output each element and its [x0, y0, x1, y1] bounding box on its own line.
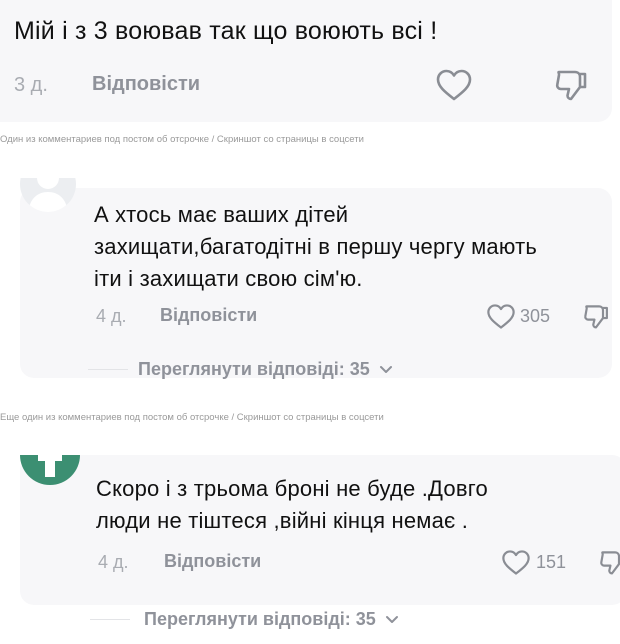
comment-2-reply-button[interactable]: Відповісти — [160, 305, 257, 326]
view-replies-button[interactable]: Переглянути відповіді: 35 — [138, 359, 393, 380]
caption-2: Еще один из комментариев под постом об о… — [0, 412, 384, 423]
thumbs-down-icon[interactable] — [582, 303, 610, 330]
view-replies-label: Переглянути відповіді: 35 — [144, 609, 376, 629]
comment-2-time: 4 д. — [96, 306, 127, 326]
replies-divider — [90, 619, 130, 620]
comment-2-line-2: захищати,багатодітні в першу чергу мають — [94, 234, 538, 259]
heart-icon[interactable] — [501, 549, 531, 576]
comment-2-like-count: 305 — [520, 306, 551, 326]
comment-2-line-1: А хтось має ваших дітей — [94, 202, 349, 227]
comment-1-text: Мій і з 3 воював так що воюють всі ! — [14, 17, 438, 45]
comment-3-line-1: Скоро і з трьома броні не буде .Довго — [96, 476, 488, 501]
chevron-down-icon — [385, 616, 398, 624]
replies-divider — [88, 369, 128, 370]
view-replies-button[interactable]: Переглянути відповіді: 35 — [144, 609, 399, 630]
comment-3-reply-button[interactable]: Відповісти — [164, 551, 261, 572]
chevron-down-icon — [379, 366, 392, 374]
comment-2-line-3: іти і захищати свою сім'ю. — [94, 266, 363, 291]
comment-1-reply-button[interactable]: Відповісти — [92, 73, 200, 96]
comment-1-time: 3 д. — [14, 74, 48, 96]
thumbs-down-icon[interactable] — [598, 549, 620, 576]
comment-3-time: 4 д. — [98, 552, 129, 572]
comment-3-like-count: 151 — [536, 552, 567, 572]
heart-icon[interactable] — [435, 68, 473, 102]
view-replies-label: Переглянути відповіді: 35 — [138, 359, 370, 379]
comment-2: А хтось має ваших дітей захищати,багатод… — [0, 178, 620, 393]
comment-3: Скоро і з трьома броні не буде .Довго лю… — [0, 455, 620, 644]
comment-1: Мій і з 3 воював так що воюють всі ! 3 д… — [0, 0, 620, 128]
heart-icon[interactable] — [486, 303, 516, 330]
caption-1: Один из комментариев под постом об отсро… — [0, 134, 364, 145]
thumbs-down-icon[interactable] — [553, 68, 589, 102]
comment-3-line-2: люди не тіштеся ,війні кінця немає . — [96, 508, 469, 533]
